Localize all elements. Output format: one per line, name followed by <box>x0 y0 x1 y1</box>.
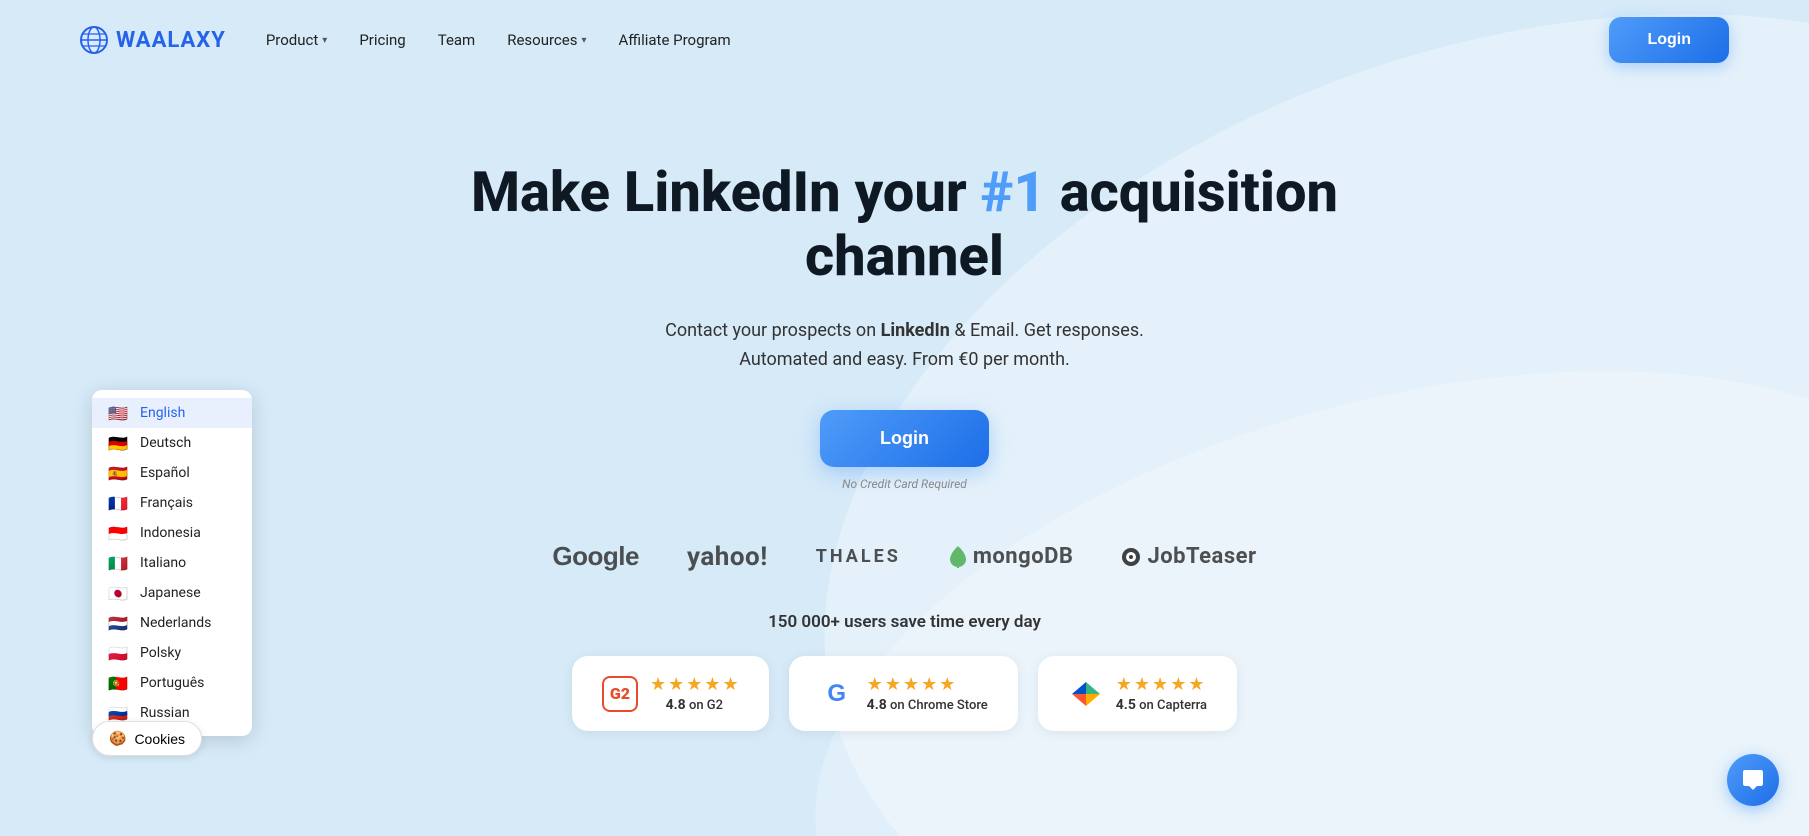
google-logo: Google <box>552 541 639 572</box>
ratings-section: G2 ★ ★ ★ ★ ★ 4.8 on G2 G ★ ★ ★ ★ <box>572 656 1237 731</box>
mongodb-logo: mongoDB <box>949 544 1074 569</box>
flag-english: 🇺🇸 <box>108 406 130 421</box>
lang-polsky[interactable]: 🇵🇱 Polsky <box>92 638 252 668</box>
hero-title: Make LinkedIn your #1 acquisition channe… <box>455 160 1355 289</box>
lang-english[interactable]: 🇺🇸 English <box>92 398 252 428</box>
g2-stars: ★ ★ ★ ★ ★ <box>650 674 739 695</box>
navbar-login-button[interactable]: Login <box>1609 17 1729 63</box>
chrome-label: 4.8 on Chrome Store <box>867 697 988 713</box>
chat-button[interactable] <box>1727 754 1779 806</box>
yahoo-logo: yahoo! <box>687 542 768 572</box>
lang-portugues-label: Português <box>140 675 204 691</box>
lang-english-label: English <box>140 405 185 421</box>
thales-logo: THALES <box>816 546 901 567</box>
no-credit-card-text: No Credit Card Required <box>842 477 967 491</box>
nav-affiliate[interactable]: Affiliate Program <box>619 31 731 49</box>
jobteaser-icon <box>1121 547 1141 567</box>
lang-espanol[interactable]: 🇪🇸 Español <box>92 458 252 488</box>
rating-card-g2: G2 ★ ★ ★ ★ ★ 4.8 on G2 <box>572 656 769 731</box>
brands-section: Google yahoo! THALES mongoDB JobTeaser <box>552 541 1256 572</box>
rating-card-capterra: ★ ★ ★ ★ ★ 4.5 on Capterra <box>1038 656 1237 731</box>
flag-espanol: 🇪🇸 <box>108 466 130 481</box>
nav-resources-label: Resources <box>507 31 577 49</box>
hero-subtitle: Contact your prospects on LinkedIn & Ema… <box>665 317 1144 375</box>
nav-affiliate-label: Affiliate Program <box>619 31 731 49</box>
globe-icon <box>80 26 108 54</box>
lang-deutsch-label: Deutsch <box>140 435 191 451</box>
chat-icon <box>1741 768 1765 792</box>
flag-portugues: 🇵🇹 <box>108 676 130 691</box>
hero-title-start: Make LinkedIn your <box>471 159 981 225</box>
g2-icon: G2 <box>602 676 638 712</box>
hero-subtitle-line2: Automated and easy. From €0 per month. <box>739 349 1070 370</box>
lang-italiano[interactable]: 🇮🇹 Italiano <box>92 548 252 578</box>
hero-cta-group: Login No Credit Card Required <box>820 410 989 491</box>
nav-team[interactable]: Team <box>438 31 476 49</box>
flag-francais: 🇫🇷 <box>108 496 130 511</box>
product-chevron-icon: ▾ <box>322 35 327 46</box>
lang-indonesia-label: Indonesia <box>140 525 201 541</box>
nav-links: Product ▾ Pricing Team Resources ▾ Affil… <box>266 31 731 49</box>
resources-chevron-icon: ▾ <box>581 35 586 46</box>
jobteaser-logo: JobTeaser <box>1121 544 1256 569</box>
flag-japanese: 🇯🇵 <box>108 586 130 601</box>
lang-francais[interactable]: 🇫🇷 Français <box>92 488 252 518</box>
capterra-label: 4.5 on Capterra <box>1116 697 1207 713</box>
google-g-icon: G <box>819 676 855 712</box>
users-count: 150 000+ users save time every day <box>768 612 1041 632</box>
chrome-stars: ★ ★ ★ ★ ★ <box>867 674 988 695</box>
capterra-stars: ★ ★ ★ ★ ★ <box>1116 674 1207 695</box>
nav-product-label: Product <box>266 31 318 49</box>
hero-subtitle-linkedin: LinkedIn <box>881 320 950 341</box>
lang-francais-label: Français <box>140 495 193 511</box>
hero-section: Make LinkedIn your #1 acquisition channe… <box>0 80 1809 731</box>
lang-japanese[interactable]: 🇯🇵 Japanese <box>92 578 252 608</box>
nav-product[interactable]: Product ▾ <box>266 31 327 49</box>
lang-nederlands-label: Nederlands <box>140 615 211 631</box>
nav-resources[interactable]: Resources ▾ <box>507 31 586 49</box>
logo-text: WAALAXY <box>116 28 226 53</box>
cookies-label: Cookies <box>134 731 185 747</box>
navbar-left: WAALAXY Product ▾ Pricing Team Resources… <box>80 26 731 54</box>
g2-label: 4.8 on G2 <box>650 697 739 713</box>
lang-deutsch[interactable]: 🇩🇪 Deutsch <box>92 428 252 458</box>
hero-login-button[interactable]: Login <box>820 410 989 467</box>
flag-deutsch: 🇩🇪 <box>108 436 130 451</box>
navbar: WAALAXY Product ▾ Pricing Team Resources… <box>0 0 1809 80</box>
flag-italiano: 🇮🇹 <box>108 556 130 571</box>
lang-portugues[interactable]: 🇵🇹 Português <box>92 668 252 698</box>
nav-pricing[interactable]: Pricing <box>359 31 405 49</box>
rating-card-chrome: G ★ ★ ★ ★ ★ 4.8 on Chrome Store <box>789 656 1018 731</box>
cookie-icon: 🍪 <box>109 730 126 747</box>
lang-nederlands[interactable]: 🇳🇱 Nederlands <box>92 608 252 638</box>
chrome-rating-info: ★ ★ ★ ★ ★ 4.8 on Chrome Store <box>867 674 988 713</box>
capterra-rating-info: ★ ★ ★ ★ ★ 4.5 on Capterra <box>1116 674 1207 713</box>
g2-rating-info: ★ ★ ★ ★ ★ 4.8 on G2 <box>650 674 739 713</box>
flag-polsky: 🇵🇱 <box>108 646 130 661</box>
mongodb-icon <box>949 546 967 568</box>
flag-nederlands: 🇳🇱 <box>108 616 130 631</box>
nav-team-label: Team <box>438 31 476 49</box>
hero-subtitle-end: & Email. Get responses. <box>950 320 1144 341</box>
flag-indonesia: 🇮🇩 <box>108 526 130 541</box>
lang-italiano-label: Italiano <box>140 555 186 571</box>
lang-russian-label: Russian <box>140 705 190 721</box>
nav-pricing-label: Pricing <box>359 31 405 49</box>
capterra-icon <box>1068 676 1104 712</box>
hero-title-accent: #1 <box>981 159 1046 225</box>
logo[interactable]: WAALAXY <box>80 26 226 54</box>
lang-espanol-label: Español <box>140 465 190 481</box>
hero-subtitle-start: Contact your prospects on <box>665 320 881 341</box>
lang-japanese-label: Japanese <box>140 585 201 601</box>
flag-russian: 🇷🇺 <box>108 706 130 721</box>
language-dropdown: 🇺🇸 English 🇩🇪 Deutsch 🇪🇸 Español 🇫🇷 Fran… <box>92 390 252 736</box>
lang-indonesia[interactable]: 🇮🇩 Indonesia <box>92 518 252 548</box>
cookies-button[interactable]: 🍪 Cookies <box>92 721 202 756</box>
lang-polsky-label: Polsky <box>140 645 181 661</box>
